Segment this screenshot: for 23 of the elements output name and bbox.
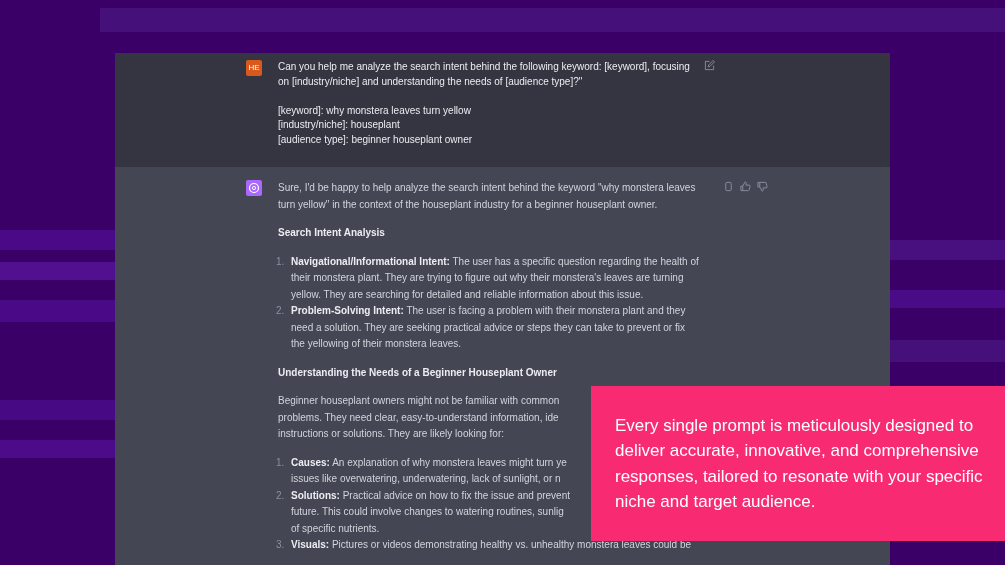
thumbs-down-icon[interactable] [757,181,768,192]
response-paragraph: Beginner houseplant owners might not be familiar with common problems. They need clear, easy-to-understand information, ide instructions or solutions. They are likely looking for: [278,394,560,441]
callout-text: Every single prompt is meticulously designed to deliver accurate, innovative, and comprehensive responses, tailored to resonate with your specific niche and target audience. [615,414,984,513]
section-heading: Understanding the Needs of a Beginner Houseplant Owner [278,365,557,380]
assistant-avatar-icon [246,180,262,196]
list-item-text: Solutions: Practical advice on how to fix the issue and prevent future. This could involve changes to watering routines, sunlig of specific nutrients. [291,488,571,536]
prompt-text: Can you help me analyze the search intent behind the following keyword: [keyword], focusing on [industry/niche] and understanding the needs of [audience type]?" [278,60,691,89]
list-number: 1. [276,455,286,470]
list-item-text: Problem-Solving Intent: The user is facing a problem with their monstera plant and they need a solution. They are seeking practical advice or steps they can take to prevent or fix the yellowing of their monstera leaves. [291,304,686,351]
list-number: 2. [276,304,286,318]
copy-icon[interactable] [723,181,734,192]
list-item-text: Navigational/Informational Intent: The user has a specific question regarding the health of their monstera plant. They are trying to figure out why their monstera's leaves are turning yellow. They are searching for detailed and reliable information about this issue. [291,254,699,302]
thumbs-up-icon[interactable] [740,181,751,192]
list-number: 3. [276,538,286,552]
user-avatar: HE [246,60,262,76]
list-item-text: Causes: An explanation of why monstera leaves might turn ye issues like overwatering, underwatering, lack of sunlight, or n [291,455,567,486]
response-paragraph: Sure, I'd be happy to help analyze the search intent behind the keyword "why monstera leaves turn yellow" in the context of the houseplant industry for a beginner houseplant owner. [278,181,696,212]
list-number: 1. [276,254,286,269]
section-heading: Search Intent Analysis [278,226,385,240]
list-number: 2. [276,488,286,503]
prompt-text: [keyword]: why monstera leaves turn yellow [industry/niche]: houseplant [audience type]: beginner houseplant owner [278,103,474,147]
edit-icon[interactable] [704,60,715,71]
list-item-text: Visuals: Pictures or videos demonstrating healthy vs. unhealthy monstera leaves could be [291,538,692,552]
